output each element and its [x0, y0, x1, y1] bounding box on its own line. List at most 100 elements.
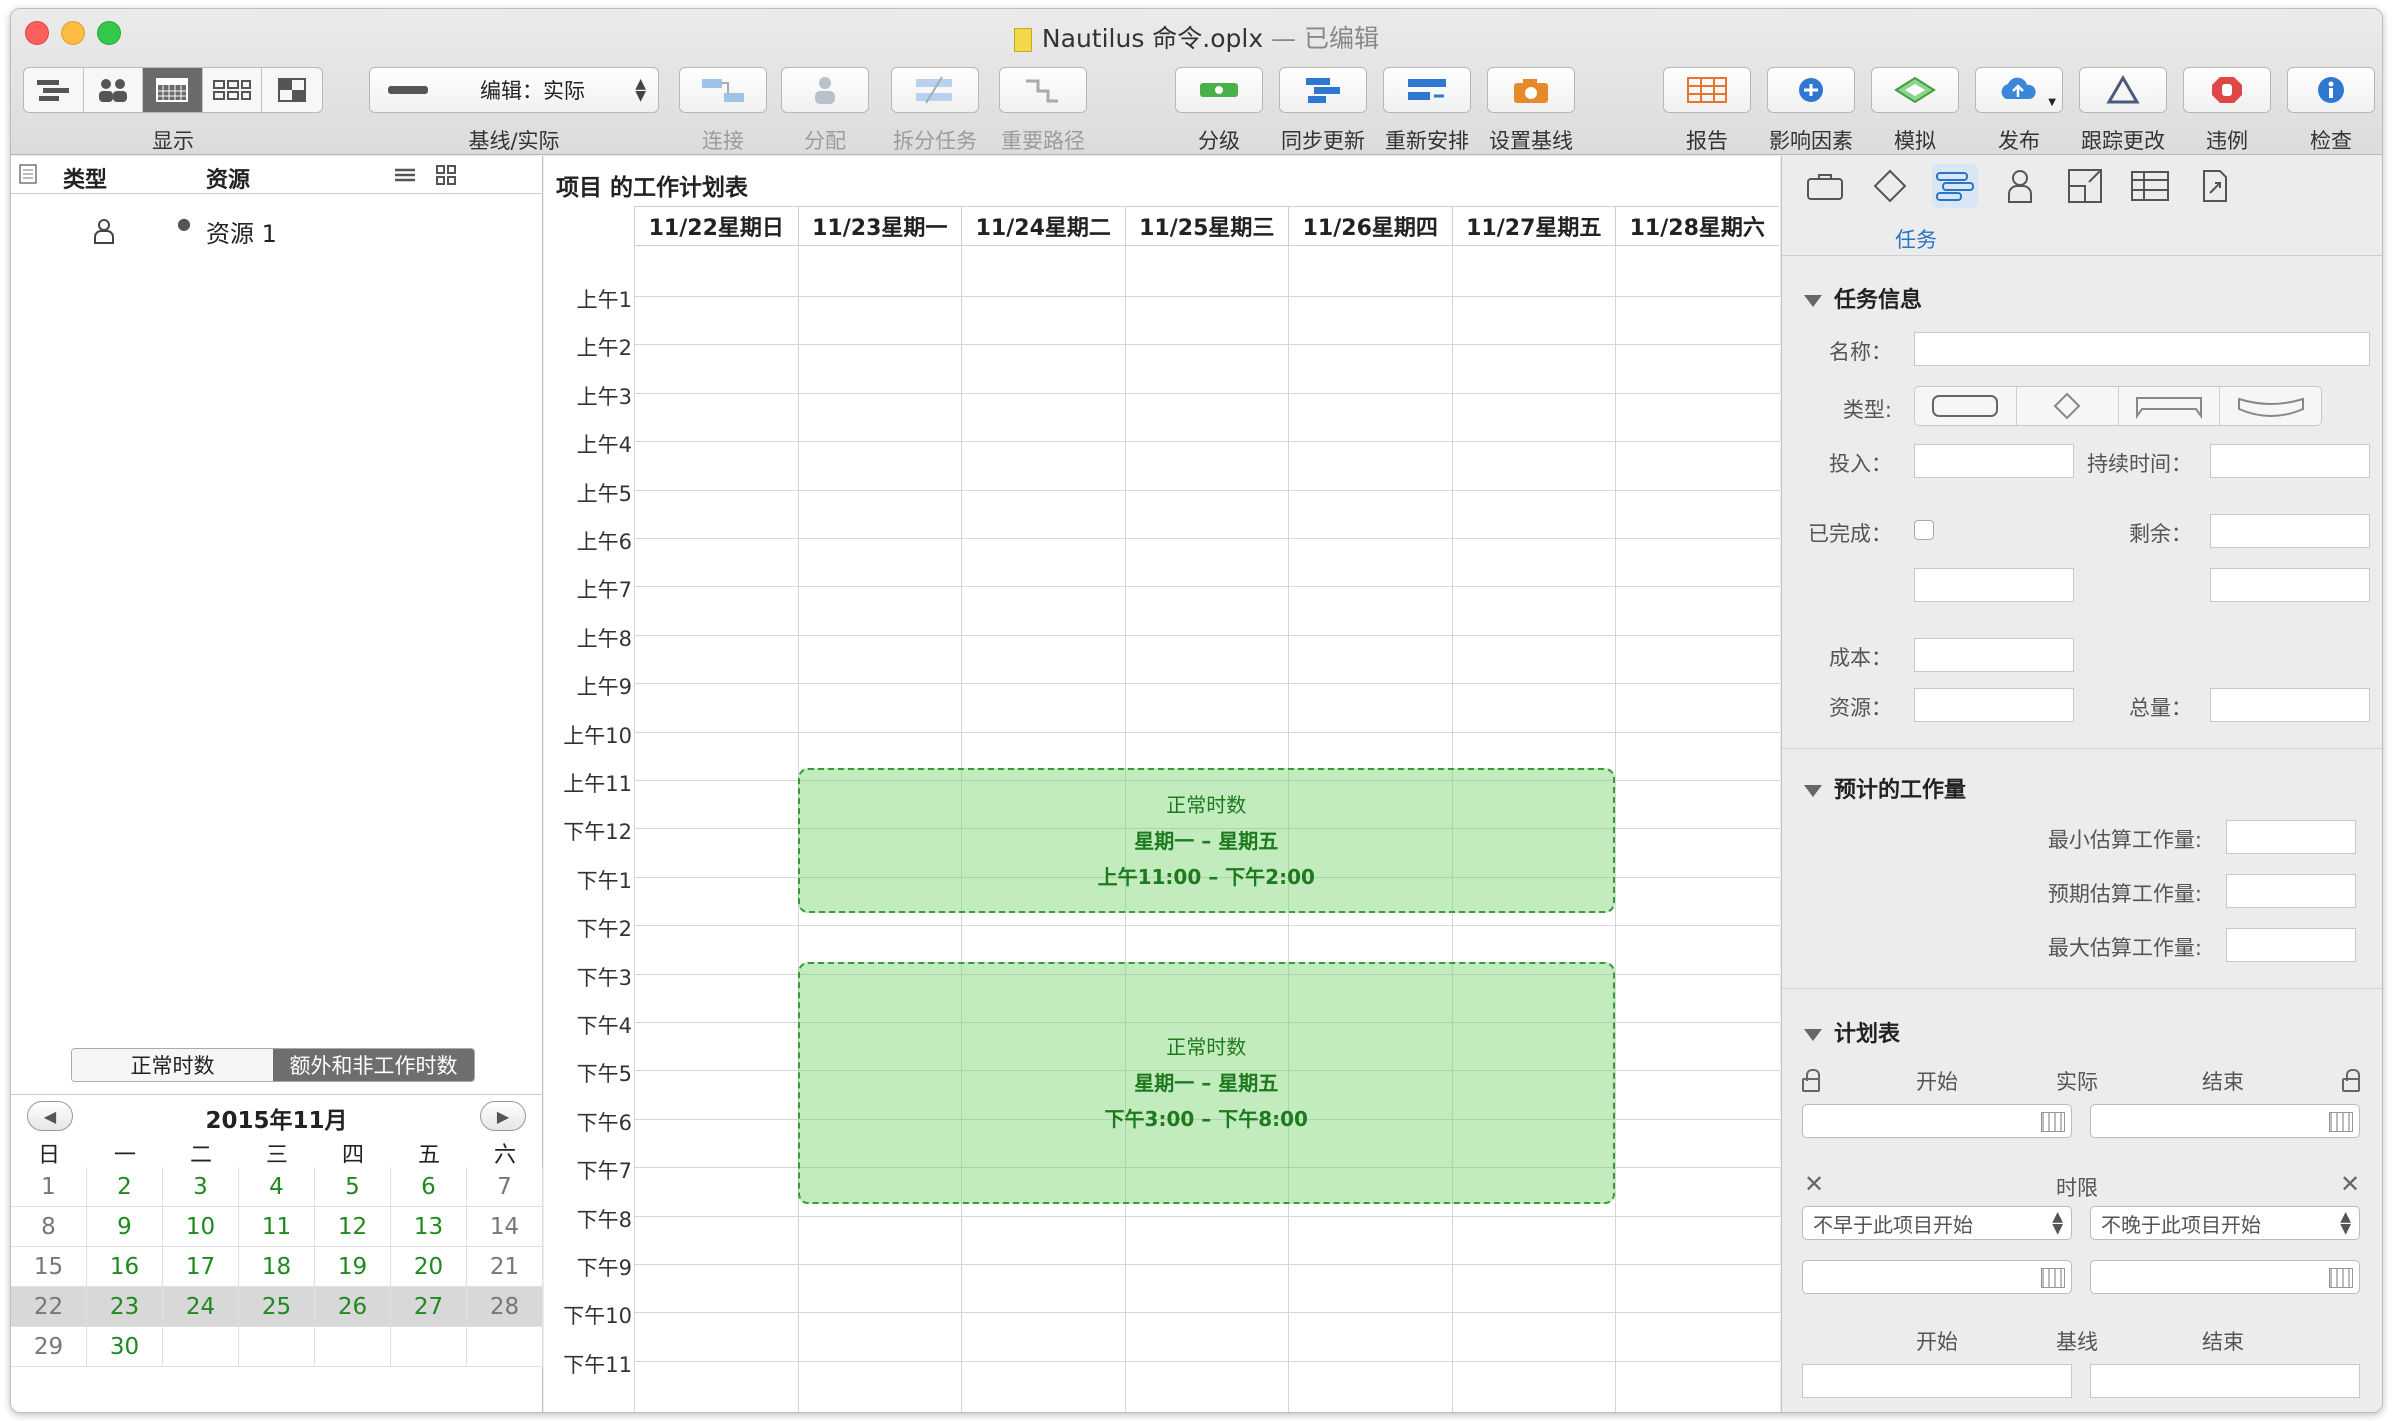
collapse-icon[interactable] [393, 165, 417, 191]
task-type-segment[interactable] [1914, 386, 2322, 426]
cost-field[interactable] [1914, 638, 2074, 672]
milestone-type-icon[interactable] [2017, 387, 2119, 425]
calendar-day[interactable]: 28 [467, 1287, 543, 1327]
critical-path-button[interactable] [999, 67, 1087, 113]
day-column-header[interactable]: 11/24星期二 [961, 206, 1125, 246]
resource-name[interactable]: 资源 1 [206, 214, 277, 249]
connect-button[interactable] [679, 67, 767, 113]
completed-checkbox[interactable] [1914, 520, 1934, 540]
end-limit-date[interactable] [2090, 1260, 2360, 1294]
completed-value-field[interactable] [1914, 568, 2074, 602]
min-estimate-field[interactable] [2226, 820, 2356, 854]
task-tab-icon[interactable] [1932, 164, 1978, 208]
calendar-day[interactable]: 7 [467, 1167, 543, 1207]
remaining-field[interactable] [2210, 514, 2370, 548]
day-column-header[interactable]: 11/26星期四 [1288, 206, 1452, 246]
end-date-field[interactable] [2090, 1104, 2360, 1138]
set-baseline-button[interactable] [1487, 67, 1575, 113]
resource-view-icon[interactable] [84, 68, 144, 112]
calendar-day[interactable]: 13 [391, 1207, 467, 1247]
tab-normal-hours[interactable]: 正常时数 [72, 1049, 273, 1081]
clear-icon[interactable]: ✕ [2340, 1170, 2360, 1198]
calendar-icon[interactable] [2041, 1112, 2065, 1132]
baseline-start-field[interactable] [1802, 1364, 2072, 1398]
table-tab-icon[interactable] [2127, 164, 2173, 208]
calendar-day[interactable]: 10 [163, 1207, 239, 1247]
calendar-day[interactable]: 20 [391, 1247, 467, 1287]
resource-row[interactable]: ● 资源 1 [11, 212, 542, 252]
hammock-type-icon[interactable] [2220, 387, 2321, 425]
calendar-day[interactable]: 11 [239, 1207, 315, 1247]
calendar-day[interactable]: 21 [467, 1247, 543, 1287]
task-type-icon[interactable] [1915, 387, 2017, 425]
influence-button[interactable] [1767, 67, 1855, 113]
name-field[interactable] [1914, 332, 2370, 366]
lock-icon[interactable] [2342, 1069, 2360, 1092]
section-schedule[interactable]: 计划表 [1804, 1016, 1900, 1048]
outline-icon[interactable] [19, 164, 37, 190]
calendar-day[interactable]: 19 [315, 1247, 391, 1287]
style-tab-icon[interactable] [2062, 164, 2108, 208]
report-button[interactable] [1663, 67, 1751, 113]
calendar-day[interactable]: 1 [11, 1167, 87, 1207]
day-column-header[interactable]: 11/22星期日 [634, 206, 798, 246]
calendar-day[interactable]: 16 [87, 1247, 163, 1287]
section-task-info[interactable]: 任务信息 [1804, 282, 1922, 314]
end-limit-select[interactable]: 不晚于此项目开始 ▲ ▼ [2090, 1206, 2360, 1240]
catch-up-button[interactable] [1279, 67, 1367, 113]
group-type-icon[interactable] [2119, 387, 2221, 425]
calendar-day[interactable]: 8 [11, 1207, 87, 1247]
day-column-header[interactable]: 11/28星期六 [1615, 206, 1779, 246]
expected-estimate-field[interactable] [2226, 874, 2356, 908]
column-resource[interactable]: 资源 [206, 162, 250, 194]
level-button[interactable] [1175, 67, 1263, 113]
duration-field[interactable] [2210, 444, 2370, 478]
calendar-day[interactable]: 29 [11, 1327, 87, 1367]
view-mode-segment[interactable] [23, 67, 323, 113]
clear-icon[interactable]: ✕ [1804, 1170, 1824, 1198]
calendar-day[interactable]: 26 [315, 1287, 391, 1327]
calendar-day[interactable]: 12 [315, 1207, 391, 1247]
calendar-day[interactable]: 2 [87, 1167, 163, 1207]
max-estimate-field[interactable] [2226, 928, 2356, 962]
split-task-button[interactable] [891, 67, 979, 113]
start-date-field[interactable] [1802, 1104, 2072, 1138]
lock-icon[interactable] [1802, 1069, 1820, 1092]
calendar-day[interactable]: 22 [11, 1287, 87, 1327]
inspect-button[interactable] [2287, 67, 2375, 113]
working-hours-block[interactable]: 正常时数 星期一 – 星期五 下午3:00 – 下午8:00 [797, 961, 1615, 1204]
edited-status[interactable]: — 已编辑 [1263, 24, 1379, 53]
calendar-icon[interactable] [2329, 1268, 2353, 1288]
track-changes-button[interactable] [2079, 67, 2167, 113]
start-limit-date[interactable] [1802, 1260, 2072, 1294]
calendar-day[interactable]: 3 [163, 1167, 239, 1207]
violations-button[interactable] [2183, 67, 2271, 113]
calendar-day[interactable]: 14 [467, 1207, 543, 1247]
calendar-day[interactable]: 17 [163, 1247, 239, 1287]
calendar-day[interactable]: 24 [163, 1287, 239, 1327]
remaining-value-field[interactable] [2210, 568, 2370, 602]
simulate-button[interactable] [1871, 67, 1959, 113]
calendar-icon[interactable] [2041, 1268, 2065, 1288]
milestone-tab-icon[interactable] [1867, 164, 1913, 208]
document-tab-icon[interactable] [2192, 164, 2238, 208]
resources-field[interactable] [1914, 688, 2074, 722]
calendar-day[interactable]: 27 [391, 1287, 467, 1327]
baseline-end-field[interactable] [2090, 1364, 2360, 1398]
calendar-day[interactable]: 5 [315, 1167, 391, 1207]
calendar-view-icon[interactable] [143, 68, 203, 112]
style-view-icon[interactable] [262, 68, 322, 112]
hours-type-segment[interactable]: 正常时数 额外和非工作时数 [71, 1048, 475, 1082]
calendar-day[interactable]: 6 [391, 1167, 467, 1207]
working-hours-block[interactable]: 正常时数 星期一 – 星期五 上午11:00 – 下午2:00 [797, 768, 1615, 914]
assign-button[interactable] [781, 67, 869, 113]
calendar-day[interactable]: 9 [87, 1207, 163, 1247]
calendar-day[interactable]: 4 [239, 1167, 315, 1207]
resource-tab-icon[interactable] [1997, 164, 2043, 208]
section-estimate[interactable]: 预计的工作量 [1804, 772, 1966, 804]
calendar-icon[interactable] [2329, 1112, 2353, 1132]
calendar-day[interactable]: 18 [239, 1247, 315, 1287]
calendar-day[interactable]: 23 [87, 1287, 163, 1327]
day-column-header[interactable]: 11/23星期一 [797, 206, 961, 246]
schedule-grid[interactable]: 11/22星期日 11/23星期一 11/24星期二 11/25星期三 11/26星期四… [544, 206, 1780, 1412]
